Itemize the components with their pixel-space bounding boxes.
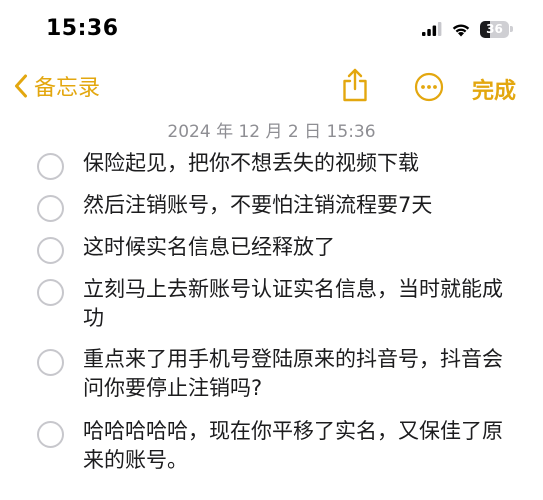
checkbox[interactable] xyxy=(37,195,64,222)
wifi-icon xyxy=(452,24,470,36)
checkbox[interactable] xyxy=(37,153,64,180)
checklist-item-text[interactable]: 保险起见，把你不想丢失的视频下载 xyxy=(83,149,523,178)
chevron-left-icon xyxy=(15,74,27,98)
more-icon xyxy=(414,72,444,102)
checklist-item-text[interactable]: 立刻马上去新账号认证实名信息，当时就能成功 xyxy=(83,275,523,333)
back-button[interactable]: 备忘录 xyxy=(14,70,100,102)
status-bar: 15:36 36 xyxy=(0,0,543,60)
checkbox[interactable] xyxy=(37,421,64,448)
more-button[interactable] xyxy=(414,72,444,106)
battery-level: 36 xyxy=(486,22,503,36)
note-date: 2024 年 12 月 2 日 15:36 xyxy=(167,122,376,142)
battery-icon: 36 xyxy=(480,20,513,38)
status-icons: 36 xyxy=(422,19,513,39)
share-icon xyxy=(343,68,367,102)
status-time: 15:36 xyxy=(46,16,119,41)
done-button[interactable]: 完成 xyxy=(472,73,516,105)
checkbox[interactable] xyxy=(37,237,64,264)
checklist-item-text[interactable]: 这时候实名信息已经释放了 xyxy=(83,233,523,262)
signal-icon xyxy=(422,22,442,36)
share-button[interactable] xyxy=(340,68,370,106)
checklist-item-text[interactable]: 重点来了用手机号登陆原来的抖音号，抖音会问你要停止注销吗? xyxy=(83,345,523,403)
back-label: 备忘录 xyxy=(34,76,101,101)
checkbox[interactable] xyxy=(37,279,64,306)
nav-bar: 备忘录 完成 xyxy=(0,64,543,108)
checkbox[interactable] xyxy=(37,349,64,376)
checklist-item-text[interactable]: 哈哈哈哈哈，现在你平移了实名，又保佳了原来的账号。 xyxy=(83,417,523,475)
checklist-item-text[interactable]: 然后注销账号，不要怕注销流程要7天 xyxy=(83,191,523,220)
